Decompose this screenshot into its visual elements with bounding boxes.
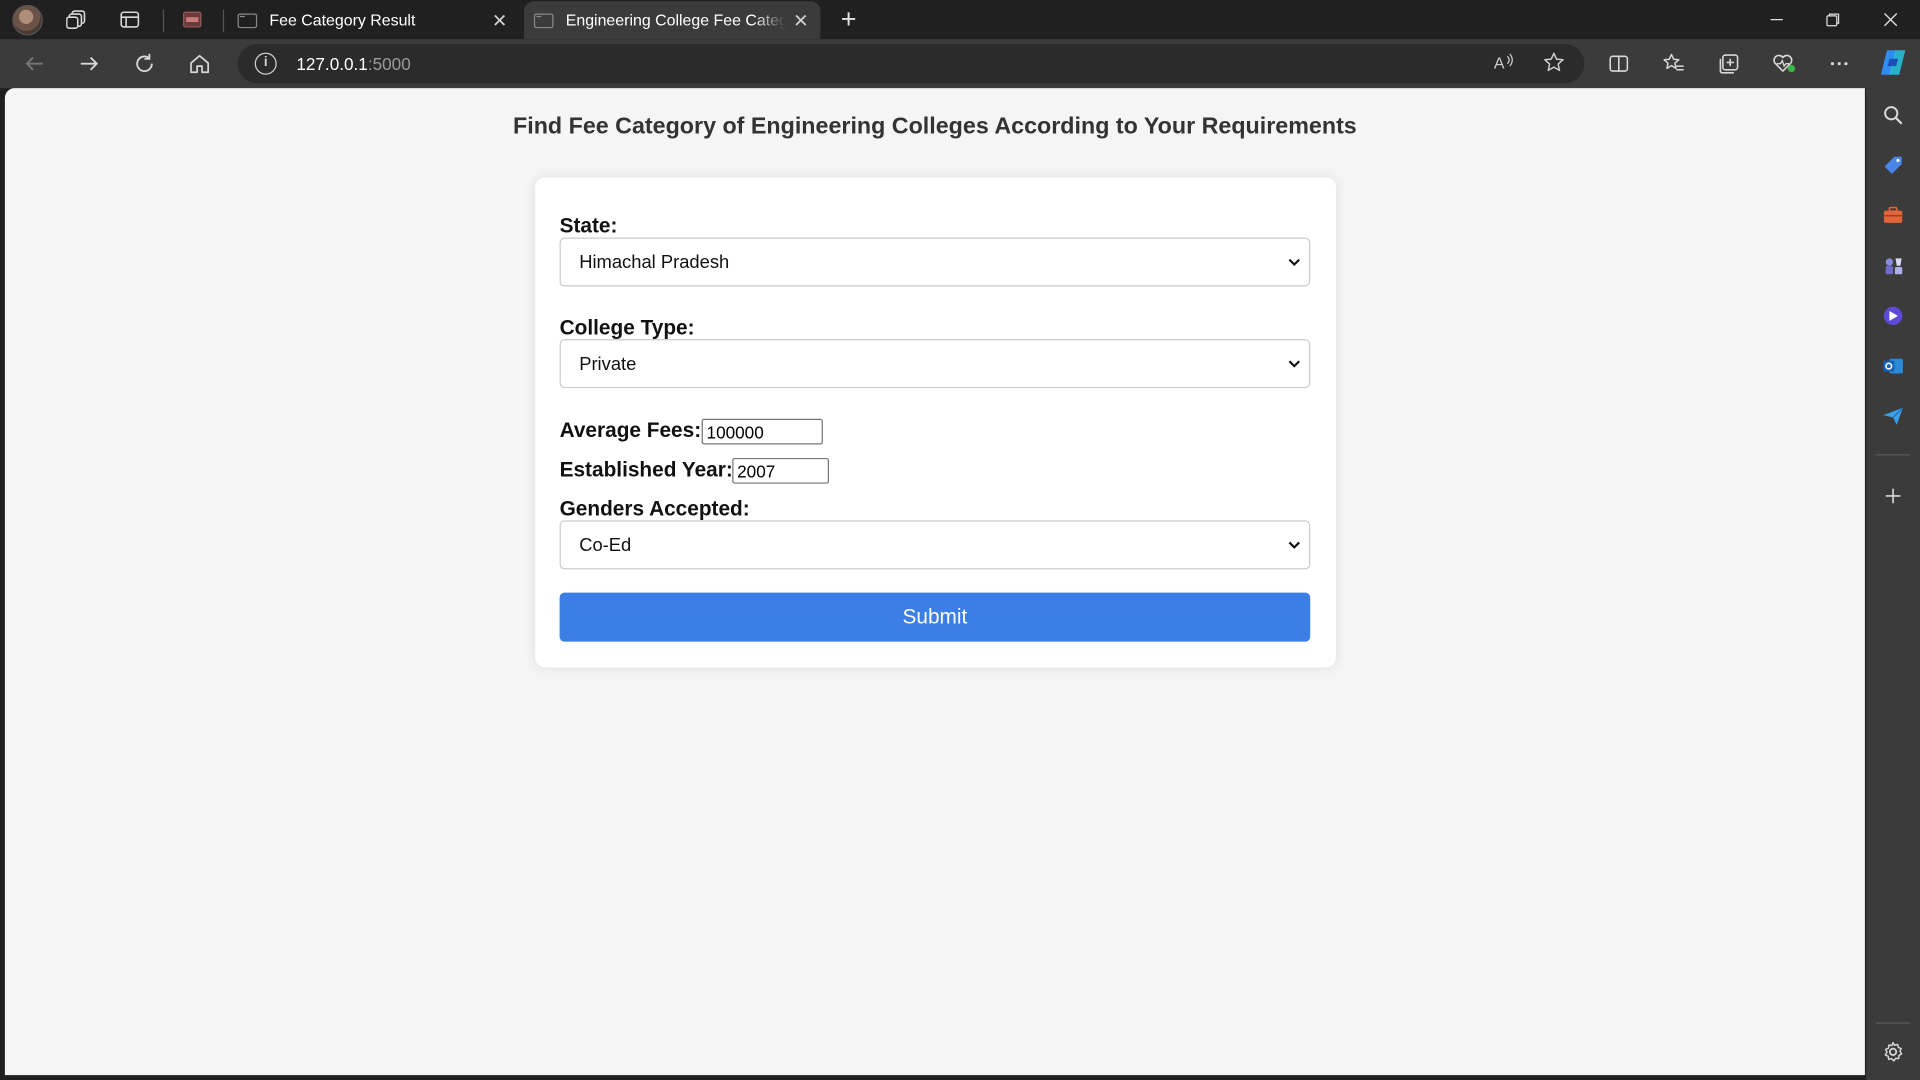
title-bar: Fee Category Result ✕ Engineering Colleg… <box>0 0 1920 40</box>
address-bar[interactable]: i 127.0.0.1:5000 A <box>237 44 1585 84</box>
tab-separator <box>162 9 165 32</box>
site-info-icon[interactable]: i <box>254 52 277 75</box>
send-icon[interactable] <box>1878 402 1907 431</box>
url-host: 127.0.0.1 <box>296 53 368 74</box>
state-select[interactable]: Himachal Pradesh <box>559 237 1311 287</box>
refresh-icon[interactable] <box>127 48 161 80</box>
add-sidebar-app-icon[interactable] <box>1878 481 1907 510</box>
close-tab-icon[interactable]: ✕ <box>786 9 815 31</box>
college-type-selected-value: Private <box>579 353 637 375</box>
url-text[interactable]: 127.0.0.1:5000 <box>296 54 410 74</box>
copilot-icon[interactable] <box>1877 47 1909 79</box>
sidebar-divider <box>1875 1022 1911 1024</box>
edge-sidebar <box>1866 88 1920 1080</box>
average-fees-input[interactable]: 100000 <box>701 418 823 445</box>
new-tab-button[interactable]: + <box>833 4 865 36</box>
games-icon[interactable] <box>1878 251 1907 280</box>
sidebar-divider <box>1875 454 1911 456</box>
average-fees-label: Average Fees: <box>559 418 702 443</box>
back-arrow-icon[interactable] <box>17 48 51 80</box>
tab-title: Fee Category Result <box>269 11 416 30</box>
collections-icon[interactable] <box>1712 48 1746 80</box>
outlook-icon[interactable] <box>1878 351 1907 380</box>
page-title: Find Fee Category of Engineering College… <box>513 113 1357 140</box>
chevron-down-icon <box>1288 360 1300 368</box>
genders-accepted-select[interactable]: Co-Ed <box>559 520 1311 570</box>
state-selected-value: Himachal Pradesh <box>579 252 730 274</box>
chevron-down-icon <box>1288 541 1300 549</box>
state-label: State: <box>559 214 618 238</box>
minimize-button[interactable] <box>1749 0 1805 39</box>
settings-gear-icon[interactable] <box>1878 1037 1907 1066</box>
url-port: :5000 <box>367 53 411 74</box>
tab-title: Engineering College Fee Category <box>565 11 787 30</box>
genders-accepted-label: Genders Accepted: <box>559 497 750 521</box>
chevron-down-icon <box>1288 258 1300 267</box>
copilot-compose-icon[interactable] <box>1878 301 1907 330</box>
close-window-button[interactable] <box>1862 0 1918 39</box>
favorites-icon[interactable] <box>1657 48 1691 80</box>
restore-button[interactable] <box>1805 0 1861 39</box>
split-screen-icon[interactable] <box>1602 48 1636 80</box>
forward-arrow-icon[interactable] <box>72 48 106 80</box>
tools-icon[interactable] <box>1878 201 1907 230</box>
home-icon[interactable] <box>182 48 216 80</box>
tab-actions-icon[interactable] <box>115 5 144 34</box>
svg-text:A: A <box>1494 56 1505 73</box>
search-icon[interactable] <box>1878 100 1907 129</box>
established-year-label: Established Year: <box>559 457 733 482</box>
workspaces-icon[interactable] <box>62 5 91 34</box>
favorite-star-icon[interactable] <box>1540 51 1567 75</box>
page-favicon-icon <box>237 12 258 28</box>
tab-fee-category-result[interactable]: Fee Category Result ✕ <box>228 1 519 39</box>
college-type-select[interactable]: Private <box>559 339 1311 389</box>
read-aloud-icon[interactable]: A <box>1491 51 1518 75</box>
profile-avatar[interactable] <box>12 4 43 36</box>
browser-essentials-icon[interactable] <box>1767 48 1801 80</box>
college-type-label: College Type: <box>559 315 695 340</box>
tab-separator <box>222 9 225 32</box>
established-year-input[interactable]: 2007 <box>732 457 829 484</box>
page-content: Find Fee Category of Engineering College… <box>4 88 1865 1076</box>
close-tab-icon[interactable]: ✕ <box>485 9 514 31</box>
page-favicon-icon <box>533 12 554 28</box>
more-options-icon[interactable] <box>1822 48 1856 80</box>
submit-button[interactable]: Submit <box>559 592 1311 642</box>
fee-form-card: State: Himachal Pradesh College Type: Pr… <box>535 177 1336 668</box>
shopping-tag-icon[interactable] <box>1878 151 1907 180</box>
genders-accepted-selected-value: Co-Ed <box>579 535 632 556</box>
tab-engineering-college-fee-category[interactable]: Engineering College Fee Category ✕ <box>524 1 821 40</box>
pdf-tab-icon[interactable] <box>178 5 207 34</box>
navigation-bar: i 127.0.0.1:5000 A <box>0 39 1920 89</box>
